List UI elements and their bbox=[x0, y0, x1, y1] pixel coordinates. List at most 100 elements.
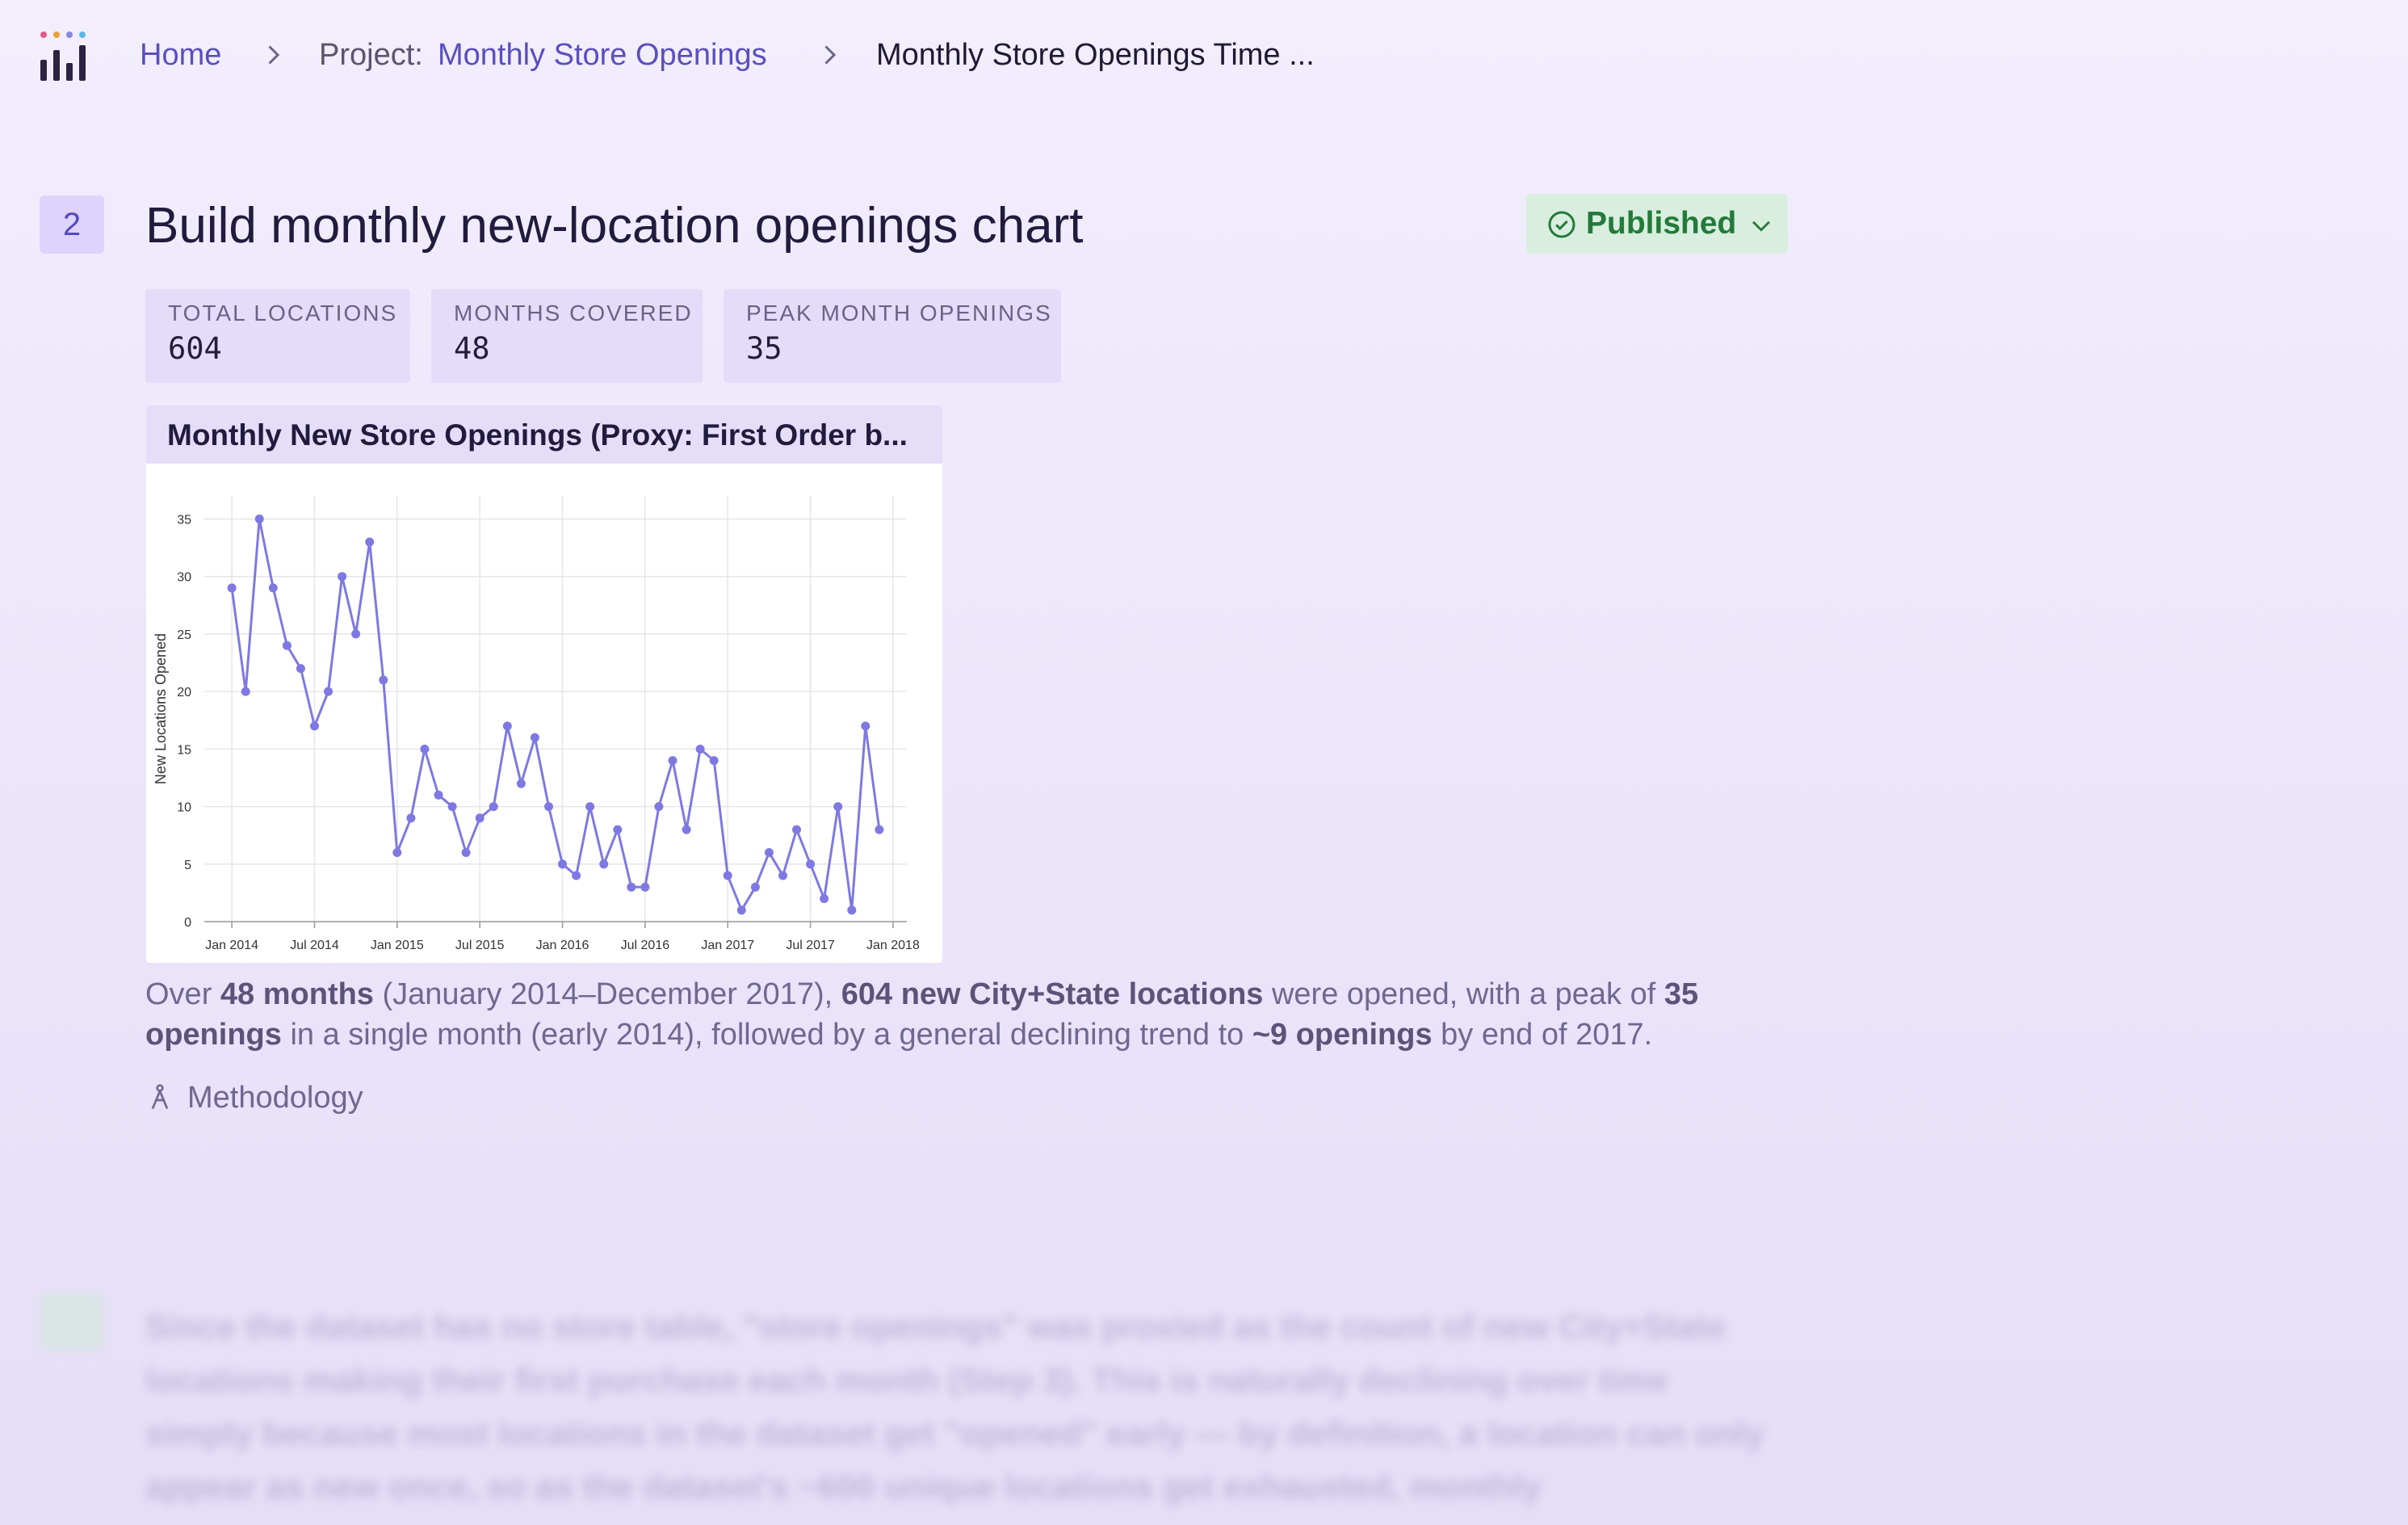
x-tick-label: Jan 2016 bbox=[536, 939, 589, 952]
x-tick-label: Jul 2015 bbox=[455, 939, 505, 952]
breadcrumb-project-prefix: Project: bbox=[319, 38, 423, 72]
next-step-blurred: Since the dataset has no store table, "s… bbox=[0, 1268, 2408, 1525]
status-label: Published bbox=[1586, 206, 1737, 241]
data-point bbox=[475, 813, 485, 823]
check-circle-icon bbox=[1548, 211, 1575, 238]
breadcrumb-home-link[interactable]: Home bbox=[140, 36, 221, 74]
summary-text-part: in a single month (early 2014), followed… bbox=[281, 1018, 1252, 1052]
data-point bbox=[227, 583, 237, 593]
data-point bbox=[447, 802, 457, 812]
data-point bbox=[875, 825, 884, 834]
data-point bbox=[489, 802, 498, 812]
data-point bbox=[820, 894, 829, 903]
data-point bbox=[502, 721, 512, 731]
data-point bbox=[544, 802, 553, 812]
data-point bbox=[750, 882, 760, 892]
status-dropdown[interactable]: Published bbox=[1526, 194, 1788, 254]
data-point bbox=[351, 629, 361, 639]
y-axis-title: New Locations Opened bbox=[153, 633, 169, 784]
y-tick-label: 30 bbox=[177, 571, 191, 585]
data-point bbox=[324, 687, 333, 696]
x-tick-label: Jul 2017 bbox=[786, 939, 835, 952]
data-point bbox=[723, 871, 732, 880]
data-point bbox=[599, 859, 609, 869]
data-point bbox=[833, 802, 843, 812]
summary-text: Over 48 months (January 2014–December 20… bbox=[145, 974, 1801, 1055]
data-point bbox=[461, 848, 471, 857]
top-bar: Home Project: Monthly Store Openings Mon… bbox=[0, 0, 2408, 113]
y-tick-label: 0 bbox=[184, 916, 191, 930]
data-point bbox=[558, 859, 567, 869]
next-step-note: Since the dataset has no store table, "s… bbox=[145, 1308, 1764, 1506]
data-point bbox=[379, 675, 388, 685]
y-tick-label: 10 bbox=[177, 801, 191, 815]
step-title: Build monthly new-location openings char… bbox=[145, 198, 1084, 254]
summary-text-part: (January 2014–December 2017), bbox=[373, 977, 841, 1011]
summary-highlight: 604 new City+State locations bbox=[841, 977, 1264, 1011]
data-point bbox=[640, 882, 650, 892]
summary-highlight: 48 months bbox=[220, 977, 374, 1011]
line-chart: 0 5 10 15 20 25 30 35 Jan 2014 Jul 2014 Jan 2015 Ju… bbox=[153, 496, 920, 952]
data-point bbox=[585, 802, 595, 812]
data-point bbox=[516, 779, 526, 788]
data-point bbox=[572, 871, 581, 880]
data-point bbox=[530, 733, 539, 742]
step-number-badge: 2 bbox=[40, 195, 104, 254]
methodology-icon bbox=[151, 1084, 169, 1110]
data-point bbox=[806, 859, 816, 869]
data-point bbox=[736, 905, 746, 915]
stat-value: 48 bbox=[454, 331, 490, 366]
stat-total-locations: TOTAL LOCATIONS 604 bbox=[145, 289, 410, 383]
chevron-right-icon bbox=[824, 45, 837, 65]
data-point bbox=[296, 664, 305, 674]
methodology-label: Methodology bbox=[187, 1081, 363, 1115]
stat-label: MONTHS COVERED bbox=[454, 300, 693, 326]
x-tick-label: Jul 2014 bbox=[290, 939, 339, 952]
chevron-right-icon bbox=[268, 45, 280, 65]
stat-label: TOTAL LOCATIONS bbox=[168, 300, 398, 326]
data-point bbox=[613, 825, 623, 834]
summary-text-part: Over bbox=[145, 977, 220, 1011]
data-point bbox=[668, 756, 678, 766]
data-point bbox=[764, 848, 774, 857]
stat-label: PEAK MONTH OPENINGS bbox=[746, 300, 1052, 326]
data-point bbox=[847, 905, 857, 915]
data-point bbox=[282, 641, 292, 650]
data-point bbox=[792, 825, 801, 834]
y-tick-label: 35 bbox=[177, 513, 191, 527]
x-tick-label: Jan 2015 bbox=[371, 939, 424, 952]
data-point bbox=[310, 721, 319, 731]
data-point bbox=[861, 721, 870, 731]
app-logo-icon[interactable] bbox=[39, 31, 92, 82]
y-tick-label: 20 bbox=[177, 686, 191, 699]
stat-peak-month-openings: PEAK MONTH OPENINGS 35 bbox=[724, 289, 1061, 383]
data-point bbox=[695, 744, 705, 754]
stat-months-covered: MONTHS COVERED 48 bbox=[431, 289, 703, 383]
stat-value: 604 bbox=[168, 331, 222, 366]
data-point bbox=[392, 848, 402, 857]
stat-value: 35 bbox=[746, 331, 782, 366]
data-point bbox=[627, 882, 636, 892]
data-point bbox=[778, 871, 787, 880]
summary-text-part: were opened, with a peak of bbox=[1263, 977, 1664, 1011]
series-line bbox=[230, 519, 881, 914]
chart-card[interactable]: Monthly New Store Openings (Proxy: First… bbox=[146, 405, 942, 963]
summary-text-part: by end of 2017. bbox=[1432, 1018, 1653, 1052]
y-tick-label: 15 bbox=[177, 743, 191, 757]
chart-card-title: Monthly New Store Openings (Proxy: First… bbox=[167, 418, 908, 452]
x-tick-label: Jan 2014 bbox=[205, 939, 258, 952]
data-point bbox=[654, 802, 664, 812]
data-point bbox=[420, 744, 430, 754]
data-point bbox=[254, 515, 264, 523]
y-tick-label: 25 bbox=[177, 628, 191, 642]
completed-check-badge bbox=[40, 1292, 104, 1351]
x-tick-label: Jan 2017 bbox=[701, 939, 754, 952]
breadcrumb-current: Monthly Store Openings Time ... bbox=[876, 38, 1315, 72]
data-point bbox=[709, 756, 719, 766]
breadcrumb-project-link[interactable]: Monthly Store Openings bbox=[438, 36, 767, 74]
data-point bbox=[338, 572, 347, 582]
x-tick-label: Jan 2018 bbox=[866, 939, 920, 952]
data-point bbox=[434, 790, 443, 800]
data-point bbox=[682, 825, 691, 834]
chart-card-header: Monthly New Store Openings (Proxy: First… bbox=[146, 405, 942, 464]
